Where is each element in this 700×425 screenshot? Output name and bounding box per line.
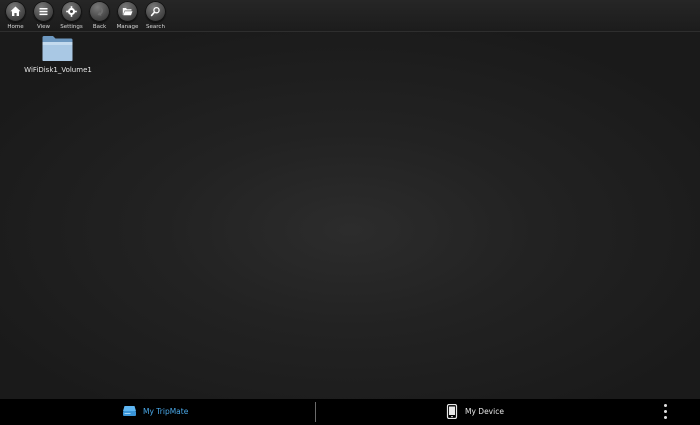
bottom-tab-bar: My TripMate My Device: [0, 399, 700, 425]
tab-my-tripmate[interactable]: My TripMate: [122, 399, 242, 425]
search-button[interactable]: Search: [142, 1, 169, 31]
more-vertical-icon[interactable]: [662, 403, 670, 421]
list-icon: [33, 1, 54, 22]
tab-divider: [315, 402, 316, 422]
folder-item[interactable]: WiFiDisk1_Volume1: [20, 34, 96, 78]
search-label: Search: [146, 24, 165, 30]
phone-icon: [446, 404, 458, 419]
file-browser-screen: Home View Settings Back Manage Search Wi…: [0, 0, 700, 425]
tab-my-device-label: My Device: [465, 407, 504, 416]
home-icon: [5, 1, 26, 22]
tab-my-tripmate-label: My TripMate: [143, 407, 189, 416]
folder-name: WiFiDisk1_Volume1: [24, 66, 92, 74]
magnifier-icon: [145, 1, 166, 22]
toolbar: Home View Settings Back Manage Search: [0, 0, 700, 32]
folder-icon: [42, 36, 73, 61]
folder-open-icon: [117, 1, 138, 22]
gear-icon: [61, 1, 82, 22]
back-arrow-icon: [89, 1, 110, 22]
tab-my-device[interactable]: My Device: [446, 399, 556, 425]
drive-icon: [123, 406, 136, 416]
